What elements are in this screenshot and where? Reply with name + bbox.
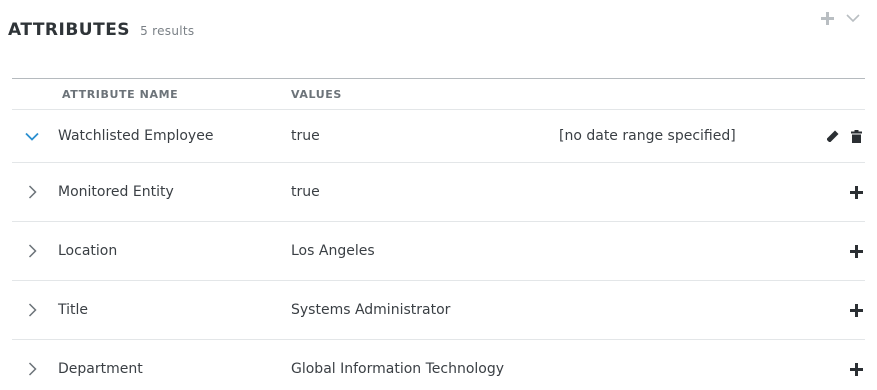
plus-icon bbox=[849, 185, 863, 199]
chevron-right-icon bbox=[28, 185, 37, 199]
attribute-value: Global Information Technology bbox=[291, 361, 505, 377]
row-actions bbox=[825, 129, 863, 143]
chevron-right-icon bbox=[28, 244, 37, 258]
plus-icon bbox=[849, 244, 863, 258]
row-expand-toggle[interactable] bbox=[24, 243, 40, 259]
result-count: 5 results bbox=[140, 24, 195, 38]
panel-header: ATTRIBUTES 5 results bbox=[8, 20, 194, 46]
plus-icon bbox=[820, 11, 834, 25]
table-row: Department Global Information Technology bbox=[12, 339, 865, 390]
add-value-button[interactable] bbox=[849, 303, 863, 317]
column-header-attribute-name: ATTRIBUTE NAME bbox=[62, 88, 179, 101]
add-value-button[interactable] bbox=[849, 362, 863, 376]
table-row: Title Systems Administrator bbox=[12, 280, 865, 339]
chevron-right-icon bbox=[28, 303, 37, 317]
chevron-down-icon bbox=[25, 132, 39, 141]
row-collapse-toggle[interactable] bbox=[24, 128, 40, 144]
delete-button[interactable] bbox=[849, 129, 863, 143]
attribute-value: true bbox=[291, 128, 320, 144]
table-row: Watchlisted Employee true [no date range… bbox=[12, 109, 865, 162]
attribute-value: true bbox=[291, 184, 320, 200]
chevron-right-icon bbox=[28, 362, 37, 376]
table-header: ATTRIBUTE NAME VALUES bbox=[12, 78, 865, 109]
attribute-name: Location bbox=[58, 243, 118, 259]
attribute-value: Los Angeles bbox=[291, 243, 375, 259]
add-value-button[interactable] bbox=[849, 244, 863, 258]
table-row: Location Los Angeles bbox=[12, 221, 865, 280]
attribute-name: Title bbox=[58, 302, 89, 318]
attributes-panel: ATTRIBUTES 5 results ATTRIBUTE NAME VALU… bbox=[0, 0, 877, 390]
pencil-icon bbox=[826, 130, 838, 142]
add-value-button[interactable] bbox=[849, 185, 863, 199]
row-expand-toggle[interactable] bbox=[24, 184, 40, 200]
row-actions bbox=[849, 185, 863, 199]
attribute-name: Watchlisted Employee bbox=[58, 128, 214, 144]
attributes-table: ATTRIBUTE NAME VALUES Watchlisted Employ… bbox=[12, 78, 865, 390]
attribute-name: Monitored Entity bbox=[58, 184, 174, 200]
row-expand-toggle[interactable] bbox=[24, 361, 40, 377]
plus-icon bbox=[849, 303, 863, 317]
plus-icon bbox=[849, 362, 863, 376]
panel-title: ATTRIBUTES bbox=[8, 20, 131, 40]
date-range: [no date range specified] bbox=[559, 128, 736, 144]
chevron-down-icon bbox=[846, 14, 860, 23]
add-attribute-button[interactable] bbox=[819, 10, 835, 26]
row-actions bbox=[849, 244, 863, 258]
row-actions bbox=[849, 303, 863, 317]
table-row: Monitored Entity true bbox=[12, 162, 865, 221]
edit-button[interactable] bbox=[825, 129, 839, 143]
row-expand-toggle[interactable] bbox=[24, 302, 40, 318]
attribute-name: Department bbox=[58, 361, 143, 377]
column-header-values: VALUES bbox=[291, 88, 342, 101]
attribute-value: Systems Administrator bbox=[291, 302, 451, 318]
collapse-panel-button[interactable] bbox=[845, 10, 861, 26]
header-actions bbox=[819, 10, 861, 26]
trash-icon bbox=[850, 129, 862, 143]
row-actions bbox=[849, 362, 863, 376]
